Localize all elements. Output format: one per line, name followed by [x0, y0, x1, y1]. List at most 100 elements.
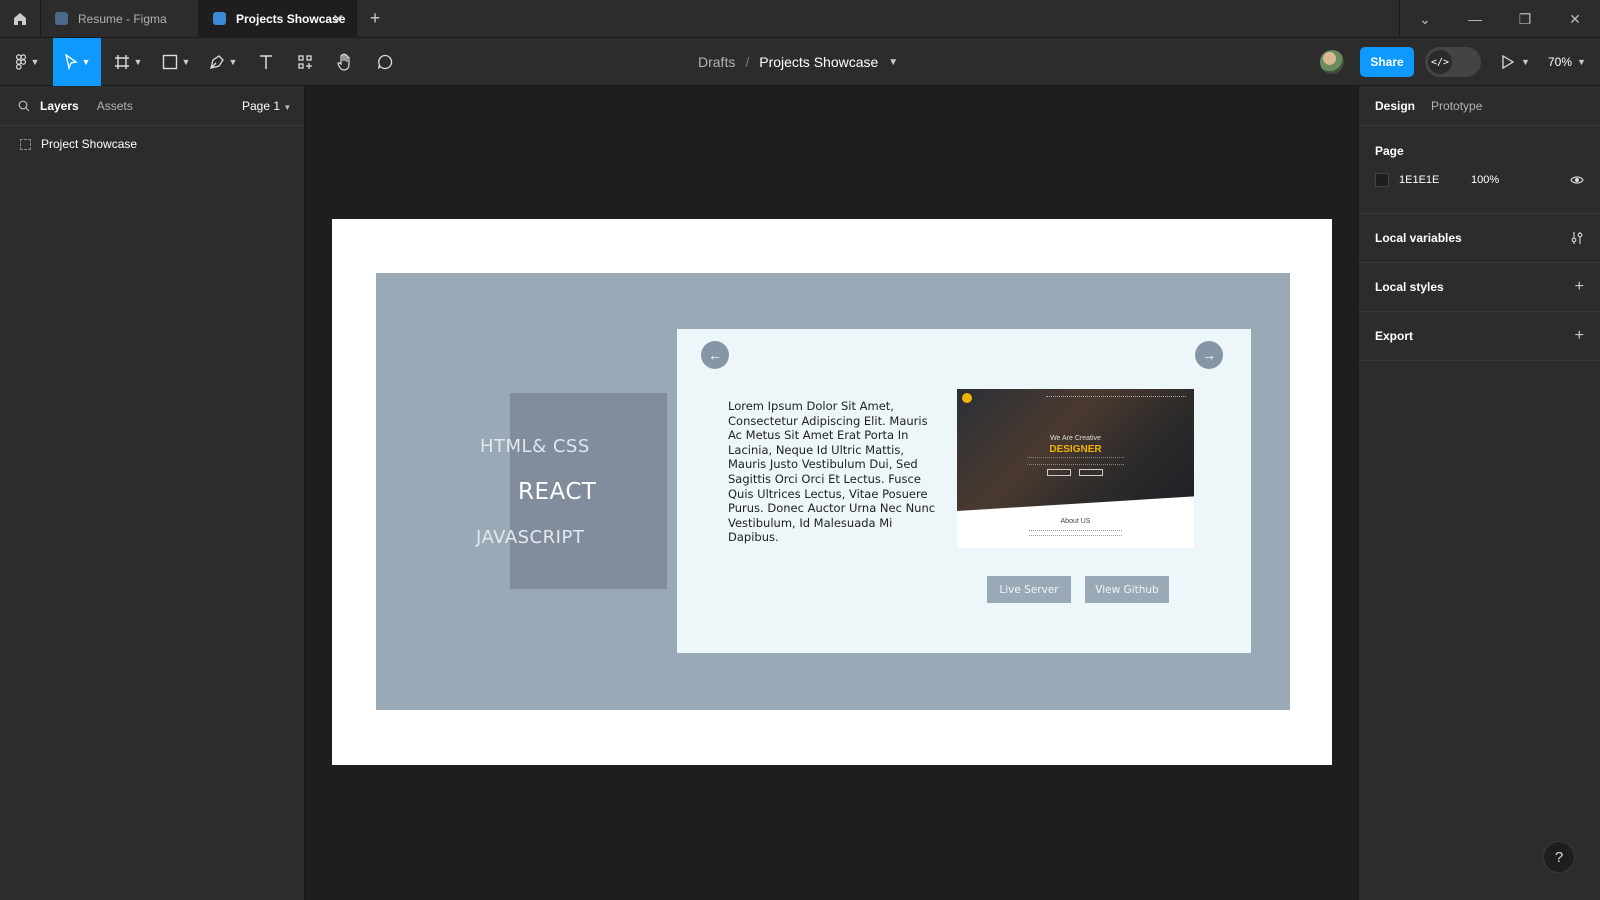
properties-panel: Design Prototype Page 1E1E1E 100% Local …: [1358, 86, 1600, 900]
color-swatch[interactable]: [1375, 173, 1389, 187]
project-description: Lorem Ipsum Dolor Sit Amet, Consectetur …: [728, 399, 936, 545]
layer-item[interactable]: Project Showcase: [0, 128, 304, 160]
local-styles-label: Local styles: [1375, 280, 1444, 294]
page-opacity[interactable]: 100%: [1471, 174, 1499, 186]
zoom-menu[interactable]: 70% ▼: [1548, 38, 1586, 86]
project-card[interactable]: ← → Lorem Ipsum Dolor Sit Amet, Consecte…: [677, 329, 1251, 653]
text-tool-button[interactable]: [254, 38, 278, 86]
figma-file-icon: [55, 12, 68, 25]
canvas[interactable]: HTML& CSS REACT JAVASCRIPT ← → Lorem Ips…: [305, 86, 1358, 900]
search-icon[interactable]: [18, 100, 30, 112]
close-tab-icon[interactable]: ✕: [332, 11, 344, 28]
tab-layers[interactable]: Layers: [40, 99, 79, 113]
home-icon[interactable]: [0, 0, 41, 38]
page-color-hex[interactable]: 1E1E1E: [1399, 174, 1471, 186]
chevron-down-icon: ▼: [283, 103, 292, 112]
text-icon: [260, 55, 272, 69]
share-button[interactable]: Share: [1360, 47, 1414, 77]
add-tab-button[interactable]: +: [357, 8, 393, 29]
layers-panel: Layers Assets Page 1 ▼ Project Showcase: [0, 86, 305, 900]
showcase-section[interactable]: HTML& CSS REACT JAVASCRIPT ← → Lorem Ips…: [376, 273, 1290, 710]
page-selector-label: Page 1: [242, 99, 281, 113]
file-name[interactable]: Projects Showcase: [759, 54, 878, 70]
comment-icon: [377, 54, 393, 70]
preview-button: [1047, 469, 1071, 476]
tech-html-css: HTML& CSS: [480, 436, 590, 457]
preview-button: [1079, 469, 1103, 476]
chevron-down-icon: ▼: [133, 57, 143, 67]
frame-icon: [20, 138, 31, 150]
cursor-icon: [64, 54, 78, 70]
avatar[interactable]: [1320, 50, 1344, 74]
help-button[interactable]: ?: [1543, 841, 1575, 873]
rectangle-icon: [162, 54, 177, 70]
arrow-right-icon[interactable]: →: [1195, 341, 1223, 369]
toolbar: ▼ ▼ ▼ ▼ ▼ Drafts / Projects Showcase ▼ S…: [0, 38, 1600, 86]
components-icon: [298, 55, 312, 69]
shape-tool-button[interactable]: ▼: [158, 38, 194, 86]
artboard-frame[interactable]: HTML& CSS REACT JAVASCRIPT ← → Lorem Ips…: [332, 219, 1332, 765]
minimize-icon[interactable]: —: [1450, 11, 1500, 27]
layer-label: Project Showcase: [41, 137, 138, 151]
live-server-button[interactable]: Live Server: [987, 576, 1071, 603]
hand-icon: [337, 53, 350, 71]
chevron-down-icon[interactable]: ⌄: [1400, 11, 1450, 28]
present-button[interactable]: ▼: [1501, 38, 1530, 86]
tab-resume[interactable]: Resume - Figma: [41, 0, 199, 38]
arrow-left-icon[interactable]: ←: [701, 341, 729, 369]
comment-tool-button[interactable]: [373, 38, 397, 86]
local-styles-section[interactable]: Local styles +: [1359, 263, 1600, 312]
tab-label: Resume - Figma: [78, 11, 167, 26]
window-controls: ⌄ — ❐ ✕: [1399, 0, 1600, 38]
preview-about-text: [1029, 530, 1122, 536]
export-section[interactable]: Export +: [1359, 312, 1600, 361]
adjust-icon[interactable]: [1570, 231, 1584, 245]
right-panel-header: Design Prototype: [1359, 86, 1600, 126]
chevron-down-icon: ▼: [1521, 57, 1530, 67]
chevron-down-icon: ▼: [1577, 57, 1586, 67]
play-icon: [1502, 55, 1515, 69]
close-window-icon[interactable]: ✕: [1550, 11, 1600, 28]
tab-design[interactable]: Design: [1375, 99, 1415, 113]
local-variables-label: Local variables: [1375, 231, 1462, 245]
main-menu-button[interactable]: ▼: [10, 38, 44, 86]
pen-icon: [209, 55, 224, 69]
breadcrumb-drafts[interactable]: Drafts: [698, 54, 735, 70]
move-tool-button[interactable]: ▼: [53, 38, 101, 86]
page-fill-row[interactable]: 1E1E1E 100%: [1359, 164, 1600, 196]
tab-label: Projects Showcase: [236, 11, 346, 26]
chevron-down-icon[interactable]: ▼: [888, 57, 898, 68]
chevron-down-icon: ▼: [228, 57, 238, 67]
dev-mode-toggle[interactable]: </>: [1425, 47, 1481, 77]
restore-icon[interactable]: ❐: [1500, 11, 1550, 28]
frame-tool-button[interactable]: ▼: [110, 38, 146, 86]
tech-react: REACT: [518, 479, 597, 505]
plus-icon[interactable]: +: [1575, 278, 1584, 296]
breadcrumb: Drafts / Projects Showcase ▼: [698, 38, 898, 86]
pen-tool-button[interactable]: ▼: [205, 38, 241, 86]
eye-icon[interactable]: [1570, 175, 1584, 185]
tab-bar: Resume - Figma Projects Showcase ✕ + ⌄ —…: [0, 0, 1600, 38]
preview-about: About US: [1060, 518, 1091, 525]
view-github-button[interactable]: View Github: [1085, 576, 1169, 603]
chevron-down-icon: ▼: [30, 57, 40, 67]
chevron-down-icon: ▼: [81, 57, 91, 67]
page-section: Page 1E1E1E 100%: [1359, 126, 1600, 214]
page-section-title: Page: [1375, 144, 1404, 158]
zoom-level: 70%: [1548, 55, 1573, 69]
tab-projects-showcase[interactable]: Projects Showcase ✕: [199, 0, 357, 38]
preview-subtext: [1027, 457, 1124, 465]
chevron-down-icon: ▼: [181, 57, 191, 67]
local-variables-section[interactable]: Local variables: [1359, 214, 1600, 263]
breadcrumb-separator: /: [745, 54, 750, 70]
preview-nav: [1046, 396, 1186, 398]
hand-tool-button[interactable]: [333, 38, 357, 86]
frame-icon: [114, 55, 129, 69]
page-selector[interactable]: Page 1 ▼: [242, 99, 291, 113]
plus-icon[interactable]: +: [1575, 327, 1584, 345]
resources-button[interactable]: [293, 38, 317, 86]
preview-logo-icon: [962, 393, 972, 403]
tab-prototype[interactable]: Prototype: [1431, 99, 1482, 113]
tab-assets[interactable]: Assets: [97, 99, 133, 113]
left-panel-header: Layers Assets Page 1 ▼: [0, 86, 304, 126]
